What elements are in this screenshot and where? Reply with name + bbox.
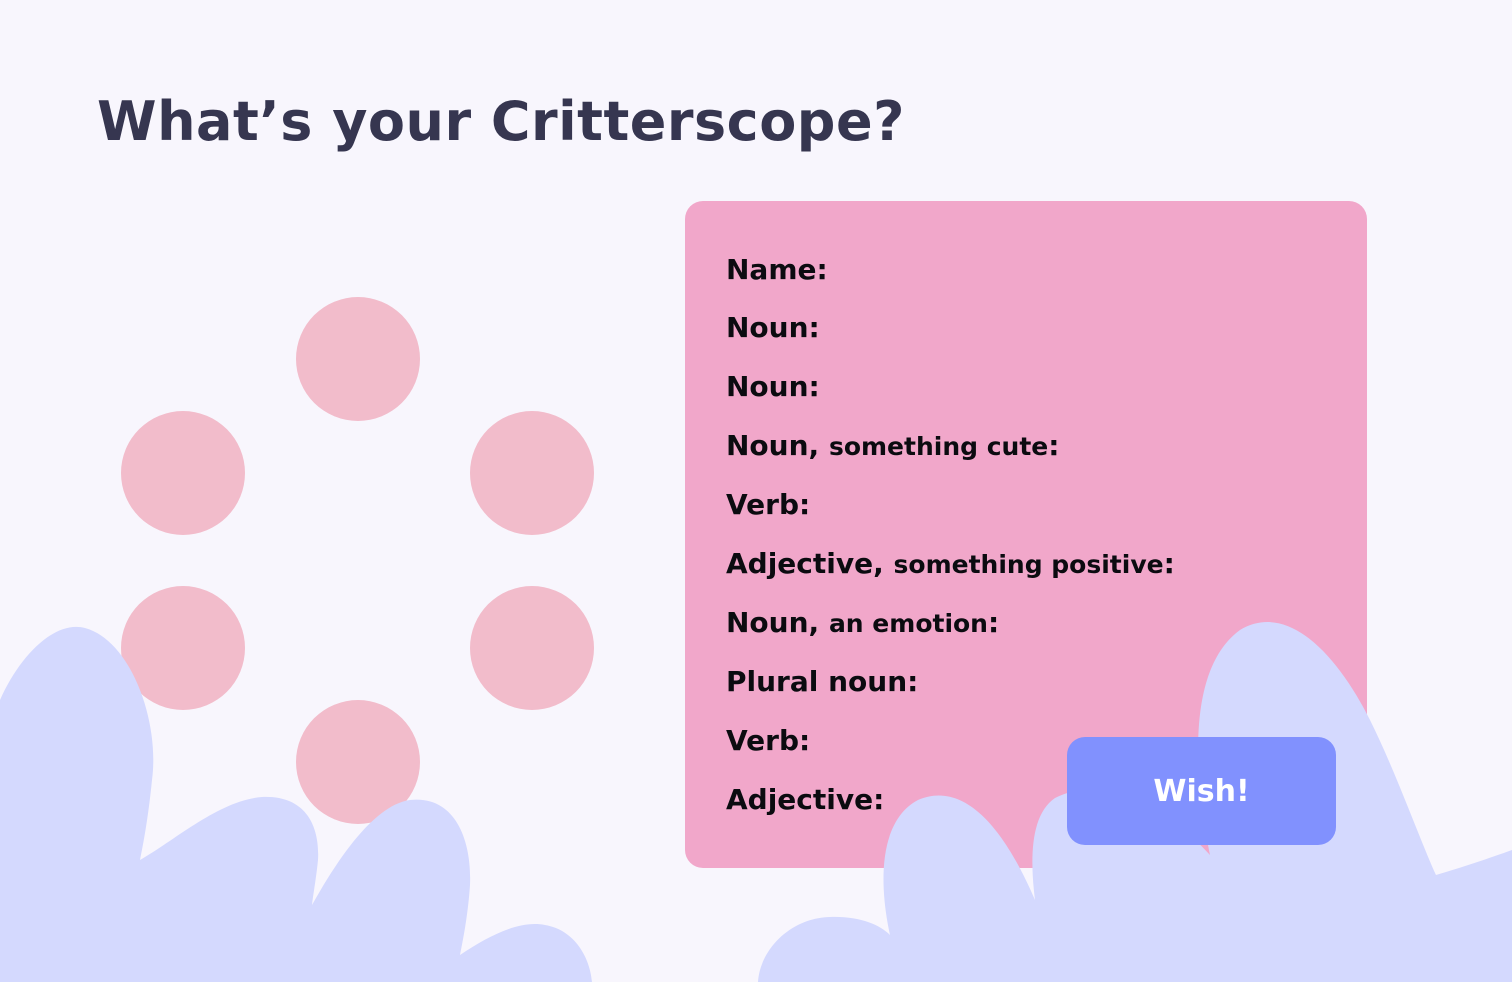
blob-left <box>0 626 592 982</box>
wish-button[interactable]: Wish! <box>1067 737 1336 845</box>
